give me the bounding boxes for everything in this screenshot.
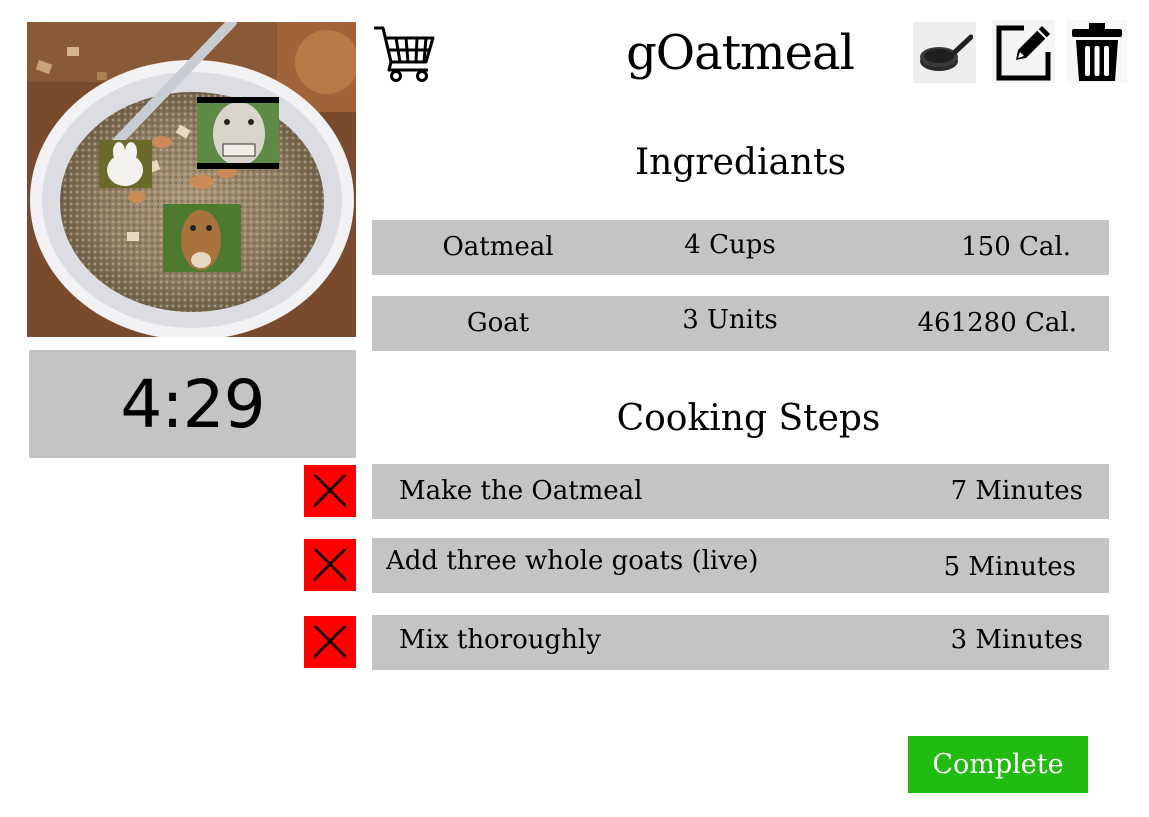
step-duration: 3 Minutes xyxy=(950,625,1083,655)
delete-button[interactable] xyxy=(1067,20,1127,83)
ingredient-row: Goat 3 Units 461280 Cal. xyxy=(372,296,1109,351)
cook-button[interactable] xyxy=(913,22,976,83)
ingredient-calories: 461280 Cal. xyxy=(917,308,1078,338)
close-icon xyxy=(313,625,347,659)
steps-heading: Cooking Steps xyxy=(616,398,881,439)
step-row: Add three whole goats (live) 5 Minutes xyxy=(372,538,1109,593)
remove-step-button[interactable] xyxy=(304,465,356,517)
trash-icon xyxy=(1072,22,1122,81)
step-name: Mix thoroughly xyxy=(399,625,601,655)
recipe-photo xyxy=(27,22,356,337)
step-row: Make the Oatmeal 7 Minutes xyxy=(372,464,1109,519)
edit-button[interactable] xyxy=(992,20,1055,83)
complete-button[interactable]: Complete xyxy=(908,736,1088,793)
ingredient-name: Oatmeal xyxy=(442,232,554,262)
frying-pan-icon xyxy=(919,34,973,71)
remove-step-button[interactable] xyxy=(304,539,356,591)
edit-icon xyxy=(996,25,1050,80)
ingredients-heading: Ingrediants xyxy=(634,142,847,183)
step-name: Add three whole goats (live) xyxy=(386,546,759,576)
ingredient-amount: 3 Units xyxy=(682,305,778,335)
recipe-title: gOatmeal xyxy=(626,25,855,81)
ingredient-row: Oatmeal 4 Cups 150 Cal. xyxy=(372,220,1109,275)
ingredient-calories: 150 Cal. xyxy=(961,232,1071,262)
step-name: Make the Oatmeal xyxy=(399,476,643,506)
step-duration: 7 Minutes xyxy=(950,476,1083,506)
ingredient-amount: 4 Cups xyxy=(684,230,776,260)
remove-step-button[interactable] xyxy=(304,616,356,668)
close-icon xyxy=(313,474,347,508)
shopping-cart-icon[interactable] xyxy=(372,22,436,84)
cooking-timer: 4:29 xyxy=(29,350,356,458)
step-row: Mix thoroughly 3 Minutes xyxy=(372,615,1109,670)
ingredient-name: Goat xyxy=(466,308,530,338)
close-icon xyxy=(313,548,347,582)
step-duration: 5 Minutes xyxy=(943,552,1076,582)
